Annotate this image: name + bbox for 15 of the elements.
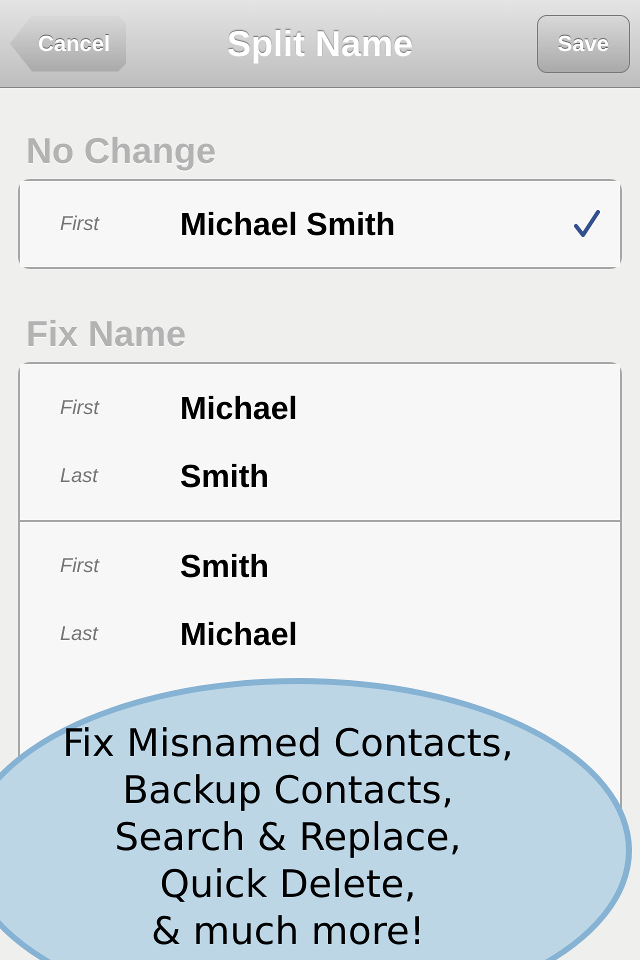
field-label: First xyxy=(59,554,100,578)
field-label: First xyxy=(59,396,100,420)
field-label: Last xyxy=(59,622,100,646)
field-value: Smith xyxy=(180,548,269,584)
field-value: Michael xyxy=(180,390,298,426)
name-option[interactable]: First Michael Smith xyxy=(20,181,620,267)
section-title: No Change xyxy=(26,130,218,172)
field-label: First xyxy=(59,212,100,236)
field-value: Michael Smith xyxy=(180,206,396,242)
field-value: Smith xyxy=(180,458,269,494)
section-title: Fix Name xyxy=(26,313,188,355)
screen-title: Split Name xyxy=(226,22,414,64)
field-label: Last xyxy=(59,464,100,488)
promo-text: Fix Misnamed Contacts, Backup Contacts, Search & Replace, Quick Delete, & much more! xyxy=(62,720,514,955)
field-value: Michael xyxy=(180,616,298,652)
